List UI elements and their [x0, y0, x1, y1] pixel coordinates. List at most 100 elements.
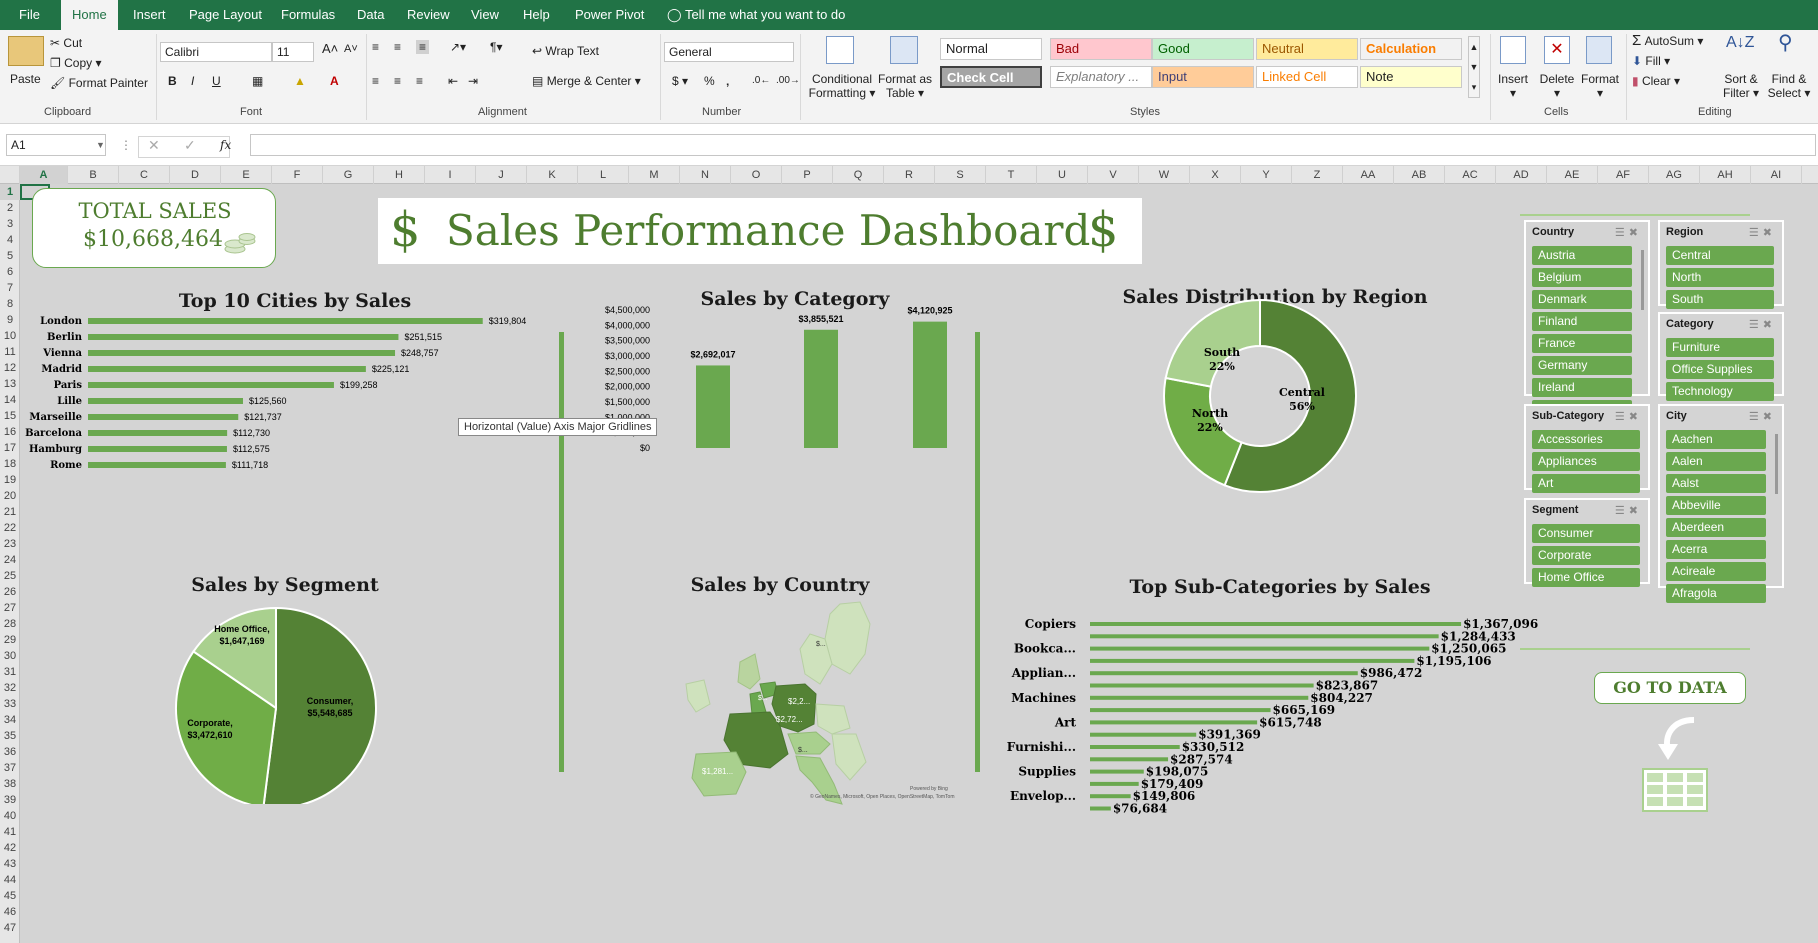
row-header-14[interactable]: 14 [0, 392, 20, 408]
cell-style-check-cell[interactable]: Check Cell [940, 66, 1042, 88]
row-header-27[interactable]: 27 [0, 600, 20, 616]
slicer-item[interactable]: Aalen [1666, 452, 1766, 471]
align-middle-icon[interactable]: ≡ [394, 40, 401, 54]
city-bar[interactable] [88, 366, 366, 372]
slicer-scrollbar[interactable] [1641, 250, 1644, 310]
clear-button[interactable]: ▮ Clear ▾ [1632, 74, 1680, 88]
subcategory-bar[interactable] [1090, 794, 1131, 799]
merge-center-button[interactable]: ▤ Merge & Center ▾ [532, 74, 641, 88]
format-as-table-button[interactable]: Format as Table ▾ [878, 72, 932, 100]
subcategory-bar[interactable] [1090, 757, 1169, 762]
column-header-ah[interactable]: AH [1700, 166, 1751, 184]
column-header-o[interactable]: O [731, 166, 782, 184]
city-bar[interactable] [88, 350, 396, 356]
slicer-item[interactable]: Appliances [1532, 452, 1640, 471]
slicer-item[interactable]: North [1666, 268, 1774, 287]
column-header-m[interactable]: M [629, 166, 680, 184]
italic-button[interactable]: I [191, 74, 194, 88]
row-header-25[interactable]: 25 [0, 568, 20, 584]
column-header-b[interactable]: B [68, 166, 119, 184]
name-box[interactable]: A1 [6, 134, 106, 156]
subcategory-bar[interactable] [1090, 769, 1144, 774]
align-center-icon[interactable]: ≡ [394, 74, 401, 88]
column-header-h[interactable]: H [374, 166, 425, 184]
slicer-item[interactable]: Acerra [1666, 540, 1766, 559]
slicer-multiselect-clear-icons[interactable]: ☰✖ [1749, 226, 1776, 239]
delete-cells-button[interactable]: Delete ▾ [1538, 72, 1576, 100]
column-header-v[interactable]: V [1088, 166, 1139, 184]
row-header-10[interactable]: 10 [0, 328, 20, 344]
slicer-item[interactable]: Afragola [1666, 584, 1766, 603]
row-header-38[interactable]: 38 [0, 776, 20, 792]
column-header-p[interactable]: P [782, 166, 833, 184]
slicer-item[interactable]: Acireale [1666, 562, 1766, 581]
tab-insert[interactable]: Insert [122, 0, 177, 30]
column-header-l[interactable]: L [578, 166, 629, 184]
comma-icon[interactable]: ‚ [726, 74, 729, 88]
row-header-21[interactable]: 21 [0, 504, 20, 520]
row-header-40[interactable]: 40 [0, 808, 20, 824]
column-header-c[interactable]: C [119, 166, 170, 184]
borders-icon[interactable]: ▦ [252, 74, 263, 88]
category-bar[interactable] [696, 365, 730, 448]
subcategory-bar[interactable] [1090, 745, 1180, 749]
currency-icon[interactable]: $ ▾ [672, 74, 688, 88]
row-header-41[interactable]: 41 [0, 824, 20, 840]
underline-button[interactable]: U [212, 74, 221, 88]
row-header-32[interactable]: 32 [0, 680, 20, 696]
row-header-30[interactable]: 30 [0, 648, 20, 664]
subcategory-bar[interactable] [1090, 671, 1358, 676]
row-header-15[interactable]: 15 [0, 408, 20, 424]
row-header-33[interactable]: 33 [0, 696, 20, 712]
tab-formulas[interactable]: Formulas [270, 0, 346, 30]
bold-button[interactable]: B [168, 74, 177, 88]
chart-top-cities[interactable]: London $319,804 Berlin $251,515 Vienna $248,7… [20, 304, 560, 474]
tab-data[interactable]: Data [346, 0, 395, 30]
column-header-a[interactable]: A [20, 166, 68, 184]
row-header-29[interactable]: 29 [0, 632, 20, 648]
styles-scroll[interactable]: ▲ ▼ ▾ [1468, 36, 1480, 98]
subcategory-bar[interactable] [1090, 732, 1197, 737]
chart-sales-by-country-map[interactable]: $2,72... $2,2... $1,281... $... $... $..… [620, 594, 980, 814]
paste-button[interactable]: Paste [10, 72, 41, 86]
subcategory-bar[interactable] [1090, 646, 1430, 651]
row-header-12[interactable]: 12 [0, 360, 20, 376]
tell-me-box[interactable]: ◯ Tell me what you want to do [656, 0, 856, 30]
slicer-item[interactable]: Central [1666, 246, 1774, 265]
row-header-6[interactable]: 6 [0, 264, 20, 280]
slicer-scrollbar[interactable] [1775, 434, 1778, 494]
find-select-button[interactable]: Find & Select ▾ [1766, 72, 1812, 100]
tab-page-layout[interactable]: Page Layout [178, 0, 273, 30]
wrap-text-button[interactable]: ↩ Wrap Text [532, 44, 599, 58]
fill-color-icon[interactable]: ▲ [294, 74, 306, 88]
tab-power-pivot[interactable]: Power Pivot [564, 0, 655, 30]
column-header-k[interactable]: K [527, 166, 578, 184]
subcategory-bar[interactable] [1090, 781, 1139, 786]
text-direction-icon[interactable]: ¶▾ [490, 40, 502, 54]
slicer-item[interactable]: Home Office [1532, 568, 1640, 587]
fill-button[interactable]: ⬇ Fill ▾ [1632, 54, 1670, 68]
column-header-d[interactable]: D [170, 166, 221, 184]
row-header-22[interactable]: 22 [0, 520, 20, 536]
slicer-segment[interactable]: Segment ☰✖ Consumer Corporate Home Office [1524, 498, 1650, 587]
row-header-4[interactable]: 4 [0, 232, 20, 248]
row-header-26[interactable]: 26 [0, 584, 20, 600]
slicer-item[interactable]: Accessories [1532, 430, 1640, 449]
number-format-select[interactable]: General [664, 42, 794, 62]
row-header-34[interactable]: 34 [0, 712, 20, 728]
row-header-36[interactable]: 36 [0, 744, 20, 760]
slicer-item[interactable]: Corporate [1532, 546, 1640, 565]
column-header-g[interactable]: G [323, 166, 374, 184]
sort-filter-button[interactable]: Sort & Filter ▾ [1718, 72, 1764, 100]
column-header-r[interactable]: R [884, 166, 935, 184]
slicer-multiselect-clear-icons[interactable]: ☰✖ [1615, 504, 1642, 517]
subcategory-bar[interactable] [1090, 634, 1439, 639]
slicer-item[interactable]: Austria [1532, 246, 1632, 265]
select-all-corner[interactable] [0, 166, 20, 184]
slicer-item[interactable]: Furniture [1666, 338, 1774, 357]
copy-button[interactable]: ❐ Copy ▾ [50, 56, 101, 70]
column-header-af[interactable]: AF [1598, 166, 1649, 184]
city-bar[interactable] [88, 382, 334, 388]
slicer-country[interactable]: Country ☰✖ Austria Belgium Denmark Finland F… [1524, 220, 1650, 419]
city-bar[interactable] [88, 414, 239, 420]
